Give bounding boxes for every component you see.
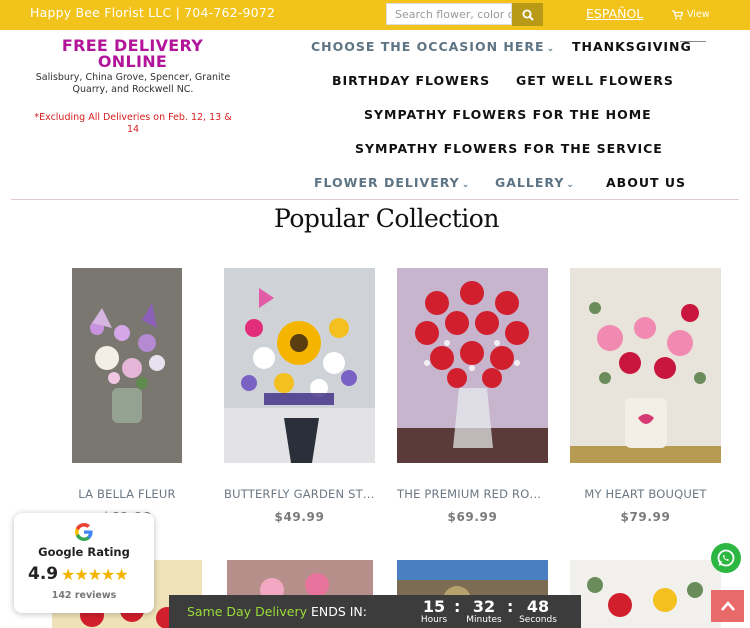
product-name[interactable]: LA BELLA FLEUR: [72, 487, 182, 501]
product-image[interactable]: [570, 560, 721, 628]
nav-get-well[interactable]: GET WELL FLOWERS: [516, 73, 674, 88]
chevron-down-icon: ⌄: [461, 180, 471, 190]
countdown-separator: :: [454, 597, 461, 616]
product-name[interactable]: MY HEART BOUQUET: [570, 487, 721, 501]
countdown-seconds: 48: [526, 597, 550, 616]
product-image[interactable]: [72, 268, 182, 463]
chevron-up-icon: [720, 601, 735, 611]
nav-sympathy-service[interactable]: SYMPATHY FLOWERS FOR THE SERVICE: [355, 141, 663, 156]
countdown-label: Same Day Delivery ENDS IN:: [187, 604, 367, 619]
search-button[interactable]: [512, 3, 543, 26]
rating-score: 4.9: [28, 564, 59, 584]
rating-label: Google Rating: [38, 545, 130, 559]
countdown-hours: 15: [422, 597, 446, 616]
nav-underline: [680, 41, 706, 42]
chevron-down-icon: ⌄: [546, 44, 556, 54]
product-name[interactable]: BUTTERFLY GARDEN STR...: [224, 487, 375, 501]
product-name[interactable]: THE PREMIUM RED ROSE...: [397, 487, 548, 501]
countdown-minutes: 32: [472, 597, 496, 616]
back-to-top-button[interactable]: [711, 590, 744, 622]
header-divider: [11, 199, 739, 200]
whatsapp-icon: [717, 549, 735, 567]
countdown-minutes-label: Minutes: [466, 615, 502, 625]
cart-link[interactable]: View: [672, 9, 710, 20]
review-count: 142 reviews: [51, 590, 117, 601]
cart-icon: [672, 9, 683, 19]
countdown-seconds-label: Seconds: [519, 615, 557, 625]
product-image[interactable]: [224, 268, 375, 463]
star-rating-icon: ★★★★★: [61, 565, 129, 584]
delivery-exclusion-note: *Excluding All Deliveries on Feb. 12, 13…: [34, 112, 232, 135]
google-rating-card[interactable]: Google Rating 4.9 ★★★★★ 142 reviews: [14, 513, 154, 613]
contact-info: Happy Bee Florist LLC | 704-762-9072: [30, 5, 276, 20]
search-input[interactable]: Search flower, color or: [386, 3, 512, 25]
product-image[interactable]: [397, 268, 548, 463]
product-price: $49.99: [274, 510, 325, 524]
chevron-down-icon: ⌄: [566, 180, 575, 190]
countdown-separator: :: [507, 597, 514, 616]
nav-sympathy-home[interactable]: SYMPATHY FLOWERS FOR THE HOME: [364, 107, 652, 122]
whatsapp-button[interactable]: [711, 543, 741, 573]
delivery-areas: Salisbury, China Grove, Spencer, Granite…: [35, 72, 231, 95]
google-icon: [75, 523, 93, 541]
language-link[interactable]: ESPAÑOL: [586, 6, 643, 21]
countdown-hours-label: Hours: [420, 615, 448, 625]
nav-flower-delivery[interactable]: FLOWER DELIVERY ⌄: [314, 175, 470, 190]
nav-about[interactable]: ABOUT US: [606, 175, 686, 190]
nav-thanksgiving[interactable]: THANKSGIVING: [572, 39, 692, 54]
nav-occasion[interactable]: CHOOSE THE OCCASION HERE ⌄: [311, 39, 555, 54]
top-bar: Happy Bee Florist LLC | 704-762-9072 Sea…: [0, 0, 750, 30]
promo-title-line2: ONLINE: [97, 52, 168, 71]
delivery-countdown: Same Day Delivery ENDS IN: 15 Hours : 32…: [169, 595, 581, 628]
nav-gallery[interactable]: GALLERY ⌄: [495, 175, 575, 190]
cart-label: View: [687, 9, 710, 20]
section-title: Popular Collection: [274, 204, 499, 233]
product-price: $69.99: [447, 510, 498, 524]
search-icon: [522, 9, 534, 21]
nav-birthday[interactable]: BIRTHDAY FLOWERS: [332, 73, 490, 88]
product-price: $79.99: [620, 510, 671, 524]
product-image[interactable]: [570, 268, 721, 463]
